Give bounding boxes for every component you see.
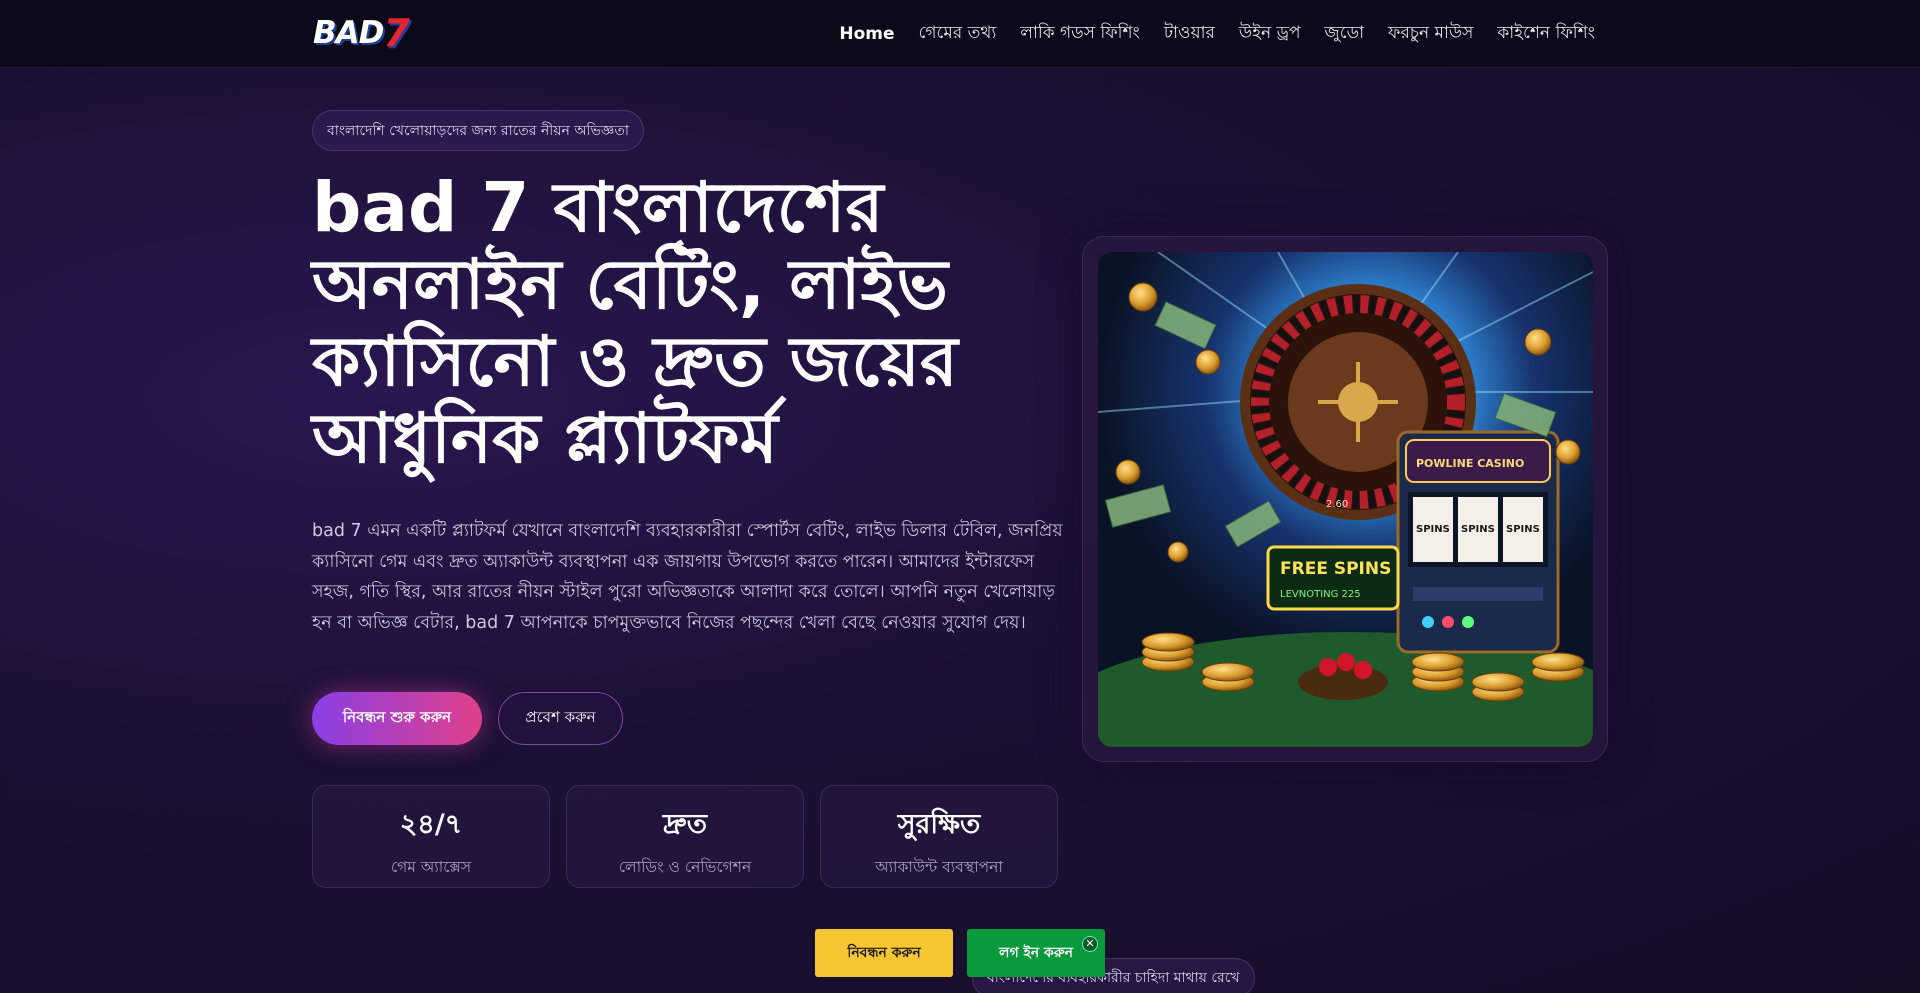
stat-value: ২৪/৭ [399, 809, 463, 840]
svg-text:LEVNOTING 225: LEVNOTING 225 [1280, 589, 1361, 600]
slot-machine: POWLINE CASINO SPINS SPINS SPINS [1396, 430, 1560, 654]
nav-item-game-info[interactable]: গেমের তথ্য [919, 20, 997, 48]
svg-text:FREE SPINS: FREE SPINS [1280, 559, 1391, 579]
hero-tagline-badge: বাংলাদেশি খেলোয়াড়দের জন্য রাতের নীয়ন … [312, 110, 644, 151]
svg-text:SPINS: SPINS [1416, 524, 1450, 535]
logo-text: BAD [313, 15, 384, 51]
logo-seven: 7 [383, 11, 409, 55]
nav-item-fortune-mouse[interactable]: ফরচুন মাউস [1388, 20, 1473, 48]
top-navigation-bar: BAD 7 Home গেমের তথ্য লাকি গডস ফিশিং টাওয… [0, 0, 1920, 68]
sticky-login-button[interactable]: লগ ইন করুন [967, 929, 1105, 977]
svg-text:SPINS: SPINS [1461, 524, 1495, 535]
stat-card-speed: দ্রুত লোডিং ও নেভিগেশন [566, 785, 804, 888]
stat-value: সুরক্ষিত [897, 809, 981, 840]
free-spins-sign: FREE SPINS LEVNOTING 225 [1266, 545, 1400, 611]
enter-button[interactable]: প্রবেশ করুন [498, 692, 623, 745]
stat-label: লোডিং ও নেভিগেশন [618, 858, 752, 876]
hero-title: bad 7 বাংলাদেশের অনলাইন বেটিং, লাইভ ক্যা… [312, 168, 958, 479]
nav-item-tower[interactable]: টাওয়ার [1164, 20, 1215, 48]
slot-sign: POWLINE CASINO [1416, 457, 1524, 470]
sticky-register-button[interactable]: নিবন্ধন করুন [815, 929, 953, 977]
hero-description: bad 7 এমন একটি প্ল্যাটফর্ম যেখানে বাংলাদ… [312, 521, 1063, 633]
casino-hero-image: 2.60 POWLINE CASINO SPINS SPINS SPINS FR… [1098, 252, 1593, 747]
nav-item-lucky-gods-fishing[interactable]: লাকি গডস ফিশিং [1020, 20, 1140, 48]
stat-card-access: ২৪/৭ গেম অ্যাক্সেস [312, 785, 550, 888]
stat-value: দ্রুত [663, 809, 707, 840]
nav-item-kaishen-fishing[interactable]: কাইশেন ফিশিং [1497, 20, 1595, 48]
nav-item-home[interactable]: Home [839, 24, 894, 44]
stat-label: অ্যাকাউন্ট ব্যবস্থাপনা [875, 858, 1003, 876]
main-nav: Home গেমের তথ্য লাকি গডস ফিশিং টাওয়ার উ… [815, 0, 1595, 68]
svg-text:SPINS: SPINS [1506, 524, 1540, 535]
nav-item-judo[interactable]: জুডো [1325, 20, 1364, 48]
stat-label: গেম অ্যাক্সেস [390, 858, 472, 876]
roulette-number: 2.60 [1326, 499, 1348, 510]
hero-image-frame: 2.60 POWLINE CASINO SPINS SPINS SPINS FR… [1082, 236, 1608, 762]
start-registration-button[interactable]: নিবন্ধন শুরু করুন [312, 692, 482, 745]
bad7-logo[interactable]: BAD 7 [313, 11, 423, 55]
stat-card-security: সুরক্ষিত অ্যাকাউন্ট ব্যবস্থাপনা [820, 785, 1058, 888]
nav-item-win-drop[interactable]: উইন ড্রপ [1239, 20, 1301, 48]
casino-illustration: 2.60 POWLINE CASINO SPINS SPINS SPINS FR… [1098, 252, 1593, 747]
close-icon[interactable]: ✕ [1082, 936, 1098, 952]
